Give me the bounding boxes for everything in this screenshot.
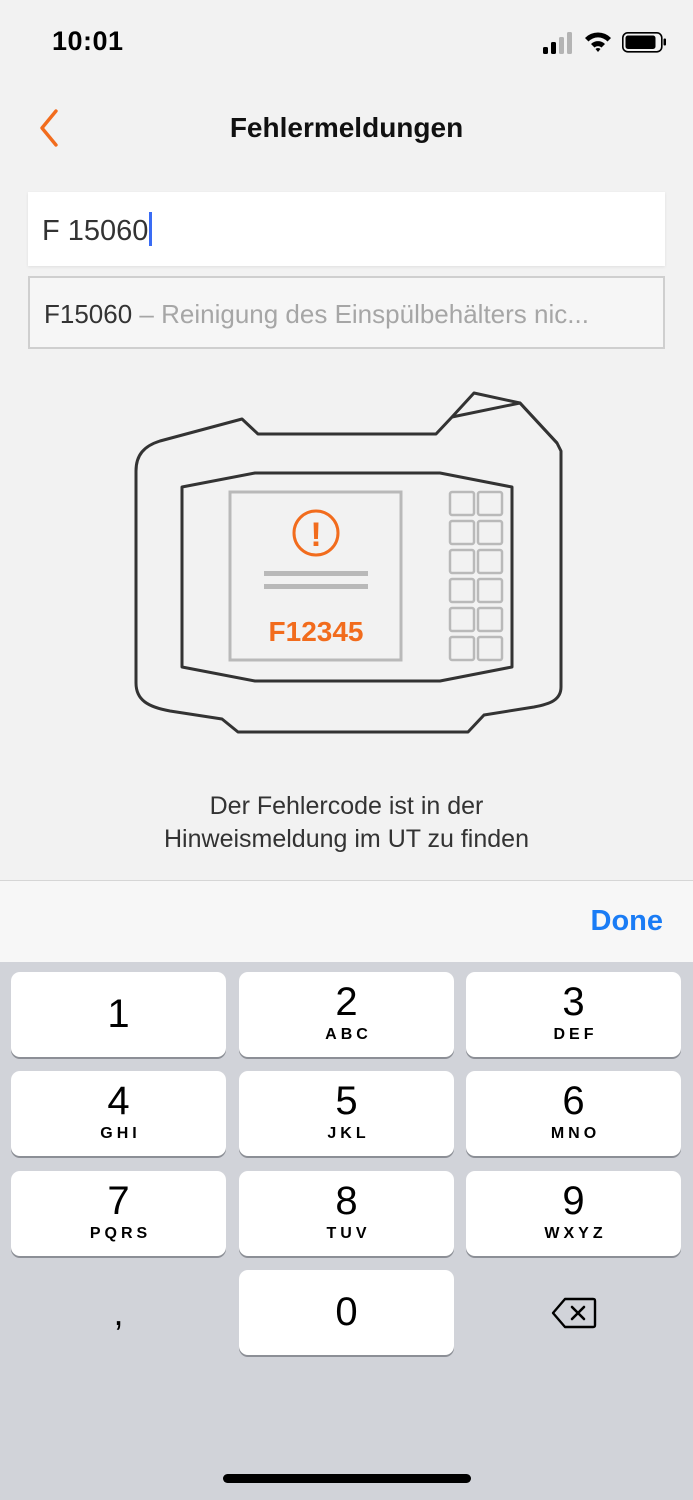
text-caret (149, 212, 153, 246)
key-9[interactable]: 9 WXYZ (466, 1171, 681, 1256)
key-number: 2 (335, 980, 358, 1024)
key-letters: WXYZ (544, 1225, 607, 1242)
key-number: 4 (107, 1079, 130, 1123)
suggestion-item[interactable]: F15060 – Reinigung des Einspülbehälters … (28, 276, 665, 349)
key-1[interactable]: 1 (11, 972, 226, 1057)
status-time: 10:01 (52, 26, 124, 56)
key-number: 7 (107, 1179, 130, 1223)
key-comma[interactable]: , (11, 1270, 226, 1355)
key-comma-label: , (113, 1292, 124, 1333)
suggestion-text: F15060 – Reinigung des Einspülbehälters … (44, 299, 589, 330)
status-icons (543, 30, 669, 56)
device-handle (451, 401, 559, 445)
delete-key[interactable] (466, 1270, 681, 1355)
screen-error-code: F12345 (269, 616, 364, 647)
warning-glyph: ! (310, 516, 321, 554)
hint-text: Der Fehlercode ist in der Hinweismeldung… (164, 792, 529, 853)
key-4[interactable]: 4 GHI (11, 1071, 226, 1156)
key-0[interactable]: 0 (239, 1270, 454, 1355)
error-code-input-value-wrap: F 15060 (42, 212, 153, 248)
nav-bar: Fehlermeldungen (0, 88, 693, 170)
key-3[interactable]: 3 DEF (466, 972, 681, 1057)
keyboard-accessory-bar: Done (0, 880, 693, 962)
key-letters: DEF (553, 1026, 598, 1043)
suggestion-description: Reinigung des Einspülbehälters nic... (161, 299, 589, 329)
key-number: 1 (107, 992, 130, 1036)
key-letters: ABC (325, 1026, 372, 1043)
key-number: 9 (562, 1179, 585, 1223)
suggestion-code: F15060 (44, 299, 133, 329)
battery-icon (622, 32, 666, 53)
screen-line (264, 571, 368, 576)
backspace-icon (551, 1297, 596, 1329)
suggestion-separator: – (132, 299, 162, 329)
key-letters: GHI (100, 1125, 141, 1142)
status-bar: 10:01 (0, 0, 693, 88)
key-6[interactable]: 6 MNO (466, 1071, 681, 1156)
key-5[interactable]: 5 JKL (239, 1071, 454, 1156)
key-8[interactable]: 8 TUV (239, 1171, 454, 1256)
numeric-keyboard: 1 2 ABC 3 DEF 4 GHI 5 JKL 6 MNO 7 PQRS 8… (0, 962, 693, 1500)
screen-line (264, 584, 368, 589)
error-code-input-value: F 15060 (42, 215, 149, 247)
key-letters: JKL (327, 1125, 370, 1142)
home-indicator (223, 1474, 471, 1483)
key-letters: PQRS (89, 1225, 152, 1242)
signal-icon (543, 32, 572, 54)
key-number: 6 (562, 1079, 585, 1123)
key-2[interactable]: 2 ABC (239, 972, 454, 1057)
key-number: 3 (562, 980, 585, 1024)
done-button[interactable]: Done (591, 905, 664, 938)
key-number: 5 (335, 1079, 358, 1123)
key-number: 0 (335, 1290, 358, 1334)
page-title: Fehlermeldungen (229, 112, 464, 143)
device-buttons (448, 490, 504, 662)
key-letters: MNO (550, 1125, 601, 1142)
warning-icon: ! (292, 509, 340, 557)
key-letters: TUV (326, 1225, 371, 1242)
key-number: 8 (335, 1179, 358, 1223)
key-7[interactable]: 7 PQRS (11, 1171, 226, 1256)
error-code-input[interactable]: F 15060 (28, 192, 665, 266)
device-illustration: ! F12345 (130, 385, 566, 745)
wifi-icon (585, 32, 611, 52)
